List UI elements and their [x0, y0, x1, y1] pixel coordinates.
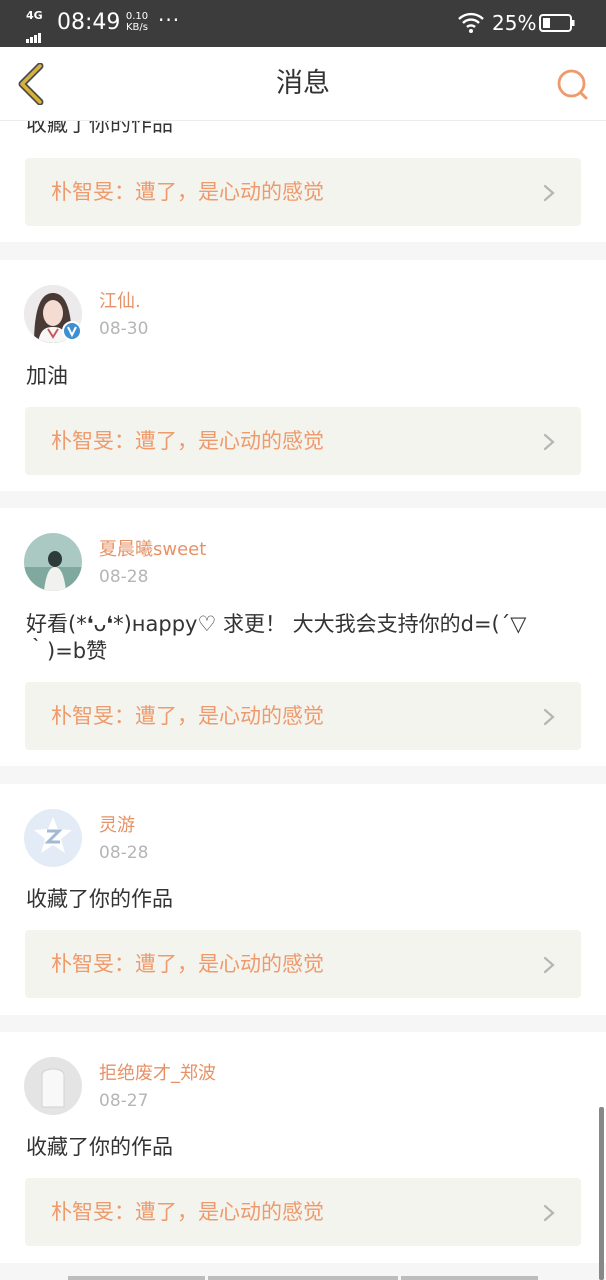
status-time: 08:49 — [57, 10, 121, 35]
more-notifications: ··· — [158, 8, 181, 32]
wifi-icon — [458, 12, 484, 33]
battery-percent: 25% — [492, 11, 537, 35]
message-date: 08-28 — [99, 843, 149, 863]
avatar[interactable] — [24, 285, 82, 343]
username[interactable]: 拒绝废才_郑波 — [99, 1062, 216, 1086]
comment-text: 加油 — [26, 364, 68, 388]
comment-text: 收藏了你的作品 — [26, 1135, 173, 1159]
username[interactable]: 灵游 — [99, 814, 135, 838]
tab-indicator[interactable] — [208, 1276, 398, 1280]
work-title: 朴智旻：遭了，是心动的感觉 — [51, 704, 324, 728]
message-card: 夏晨曦sweet 08-28 好看(*❛ᴗ❛*)нappy♡ 求更！ 大大我会支… — [0, 508, 606, 766]
tab-indicator[interactable] — [68, 1276, 205, 1280]
comment-text: 收藏了你的作品 — [26, 887, 173, 911]
message-card: 江仙. 08-30 加油 朴智旻：遭了，是心动的感觉 — [0, 260, 606, 491]
signal-icon: 4G — [26, 9, 52, 43]
username[interactable]: 江仙. — [99, 290, 141, 314]
work-link[interactable]: 朴智旻：遭了，是心动的感觉 — [25, 158, 581, 226]
network-speed: 0.10 KB/s — [124, 11, 150, 33]
message-date: 08-30 — [99, 319, 149, 339]
speed-value: 0.10 — [125, 11, 149, 22]
work-link[interactable]: 朴智旻：遭了，是心动的感觉 — [25, 682, 581, 750]
work-title: 朴智旻：遭了，是心动的感觉 — [51, 1200, 324, 1224]
chevron-right-icon — [543, 433, 555, 451]
avatar-image — [24, 533, 82, 591]
app-header: 消息 — [0, 47, 606, 121]
comment-text: 收藏了你的作品 — [26, 121, 173, 136]
chevron-right-icon — [543, 1204, 555, 1222]
work-title: 朴智旻：遭了，是心动的感觉 — [51, 952, 324, 976]
page-title: 消息 — [276, 68, 330, 99]
network-type: 4G — [26, 9, 43, 22]
username[interactable]: 夏晨曦sweet — [99, 538, 206, 562]
default-avatar-icon — [24, 1057, 82, 1115]
work-link[interactable]: 朴智旻：遭了，是心动的感觉 — [25, 1178, 581, 1246]
search-icon[interactable] — [555, 67, 591, 103]
work-title: 朴智旻：遭了，是心动的感觉 — [51, 180, 324, 204]
chevron-right-icon — [543, 956, 555, 974]
chevron-right-icon — [543, 184, 555, 202]
avatar[interactable] — [24, 809, 82, 867]
avatar[interactable] — [24, 533, 82, 591]
verified-icon — [62, 321, 82, 341]
message-card: 收藏了你的作品 朴智旻：遭了，是心动的感觉 — [0, 121, 606, 242]
work-link[interactable]: 朴智旻：遭了，是心动的感觉 — [25, 930, 581, 998]
comment-text: 好看(*❛ᴗ❛*)нappy♡ 求更！ 大大我会支持你的d=(´▽｀)=b赞 — [26, 612, 527, 663]
battery-icon — [539, 14, 575, 32]
work-title: 朴智旻：遭了，是心动的感觉 — [51, 429, 324, 453]
message-list[interactable]: 收藏了你的作品 朴智旻：遭了，是心动的感觉 江仙. 08-30 加油 朴智旻：遭… — [0, 121, 606, 1280]
tab-indicator[interactable] — [401, 1276, 538, 1280]
bottom-tab-bar — [0, 1272, 606, 1280]
message-date: 08-27 — [99, 1091, 149, 1111]
work-link[interactable]: 朴智旻：遭了，是心动的感觉 — [25, 407, 581, 475]
message-card: 灵游 08-28 收藏了你的作品 朴智旻：遭了，是心动的感觉 — [0, 784, 606, 1015]
default-avatar-icon — [24, 809, 82, 867]
scrollbar[interactable] — [599, 1107, 604, 1280]
status-bar: 4G 08:49 0.10 KB/s ··· 25% — [0, 0, 606, 47]
avatar[interactable] — [24, 1057, 82, 1115]
speed-unit: KB/s — [126, 22, 148, 33]
message-date: 08-28 — [99, 567, 149, 587]
message-card: 拒绝废才_郑波 08-27 收藏了你的作品 朴智旻：遭了，是心动的感觉 — [0, 1032, 606, 1263]
chevron-right-icon — [543, 708, 555, 726]
